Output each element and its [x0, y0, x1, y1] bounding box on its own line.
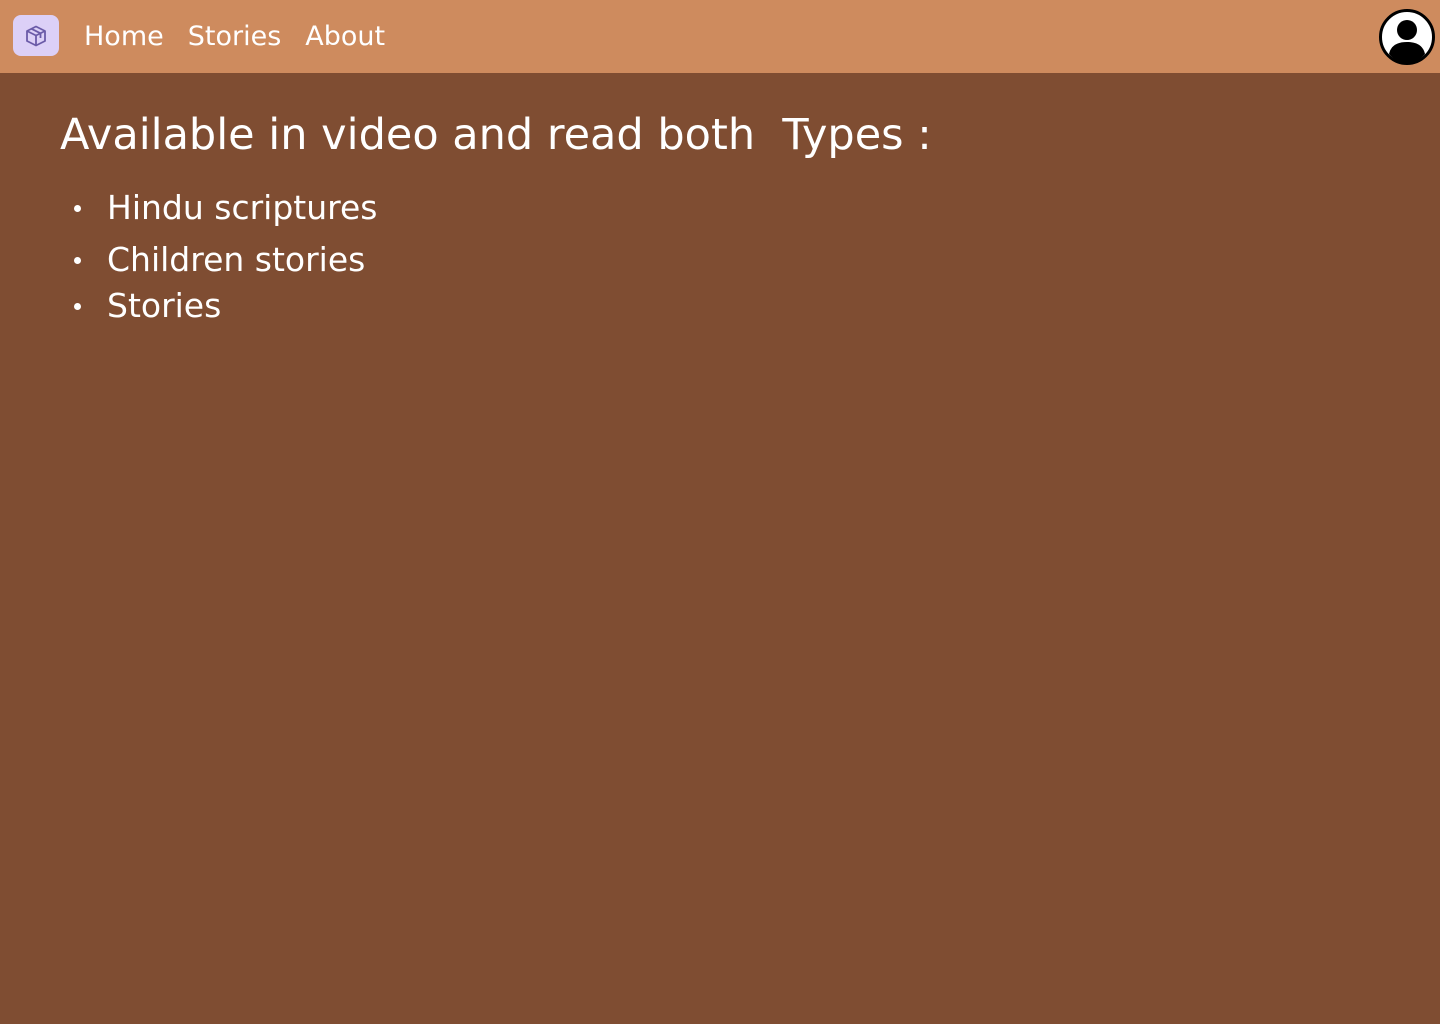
list-item-label: Stories	[107, 286, 222, 325]
page-heading: Available in video and read both Types :	[60, 110, 932, 160]
list-item: Stories	[60, 286, 1360, 326]
main-content: Available in video and read both Types :…	[60, 106, 1360, 326]
list-item-label: Children stories	[107, 240, 366, 279]
nav-link-about[interactable]: About	[305, 23, 385, 50]
nav-links: Home Stories About	[84, 0, 409, 73]
list-item: Hindu scriptures	[60, 182, 1360, 234]
nav-link-stories[interactable]: Stories	[188, 23, 282, 50]
category-list: Hindu scriptures Children stories Storie…	[60, 182, 1360, 326]
logo-button[interactable]	[13, 15, 59, 56]
bullet-icon	[74, 205, 81, 212]
bullet-icon	[74, 303, 81, 310]
profile-button[interactable]	[1379, 9, 1435, 65]
user-circle-icon	[1379, 9, 1435, 65]
bullet-icon	[74, 257, 81, 264]
list-item-label: Hindu scriptures	[107, 188, 378, 227]
list-item: Children stories	[60, 234, 1360, 286]
top-navbar: Home Stories About	[0, 0, 1440, 73]
cube-icon	[26, 25, 46, 46]
nav-link-home[interactable]: Home	[84, 23, 164, 50]
